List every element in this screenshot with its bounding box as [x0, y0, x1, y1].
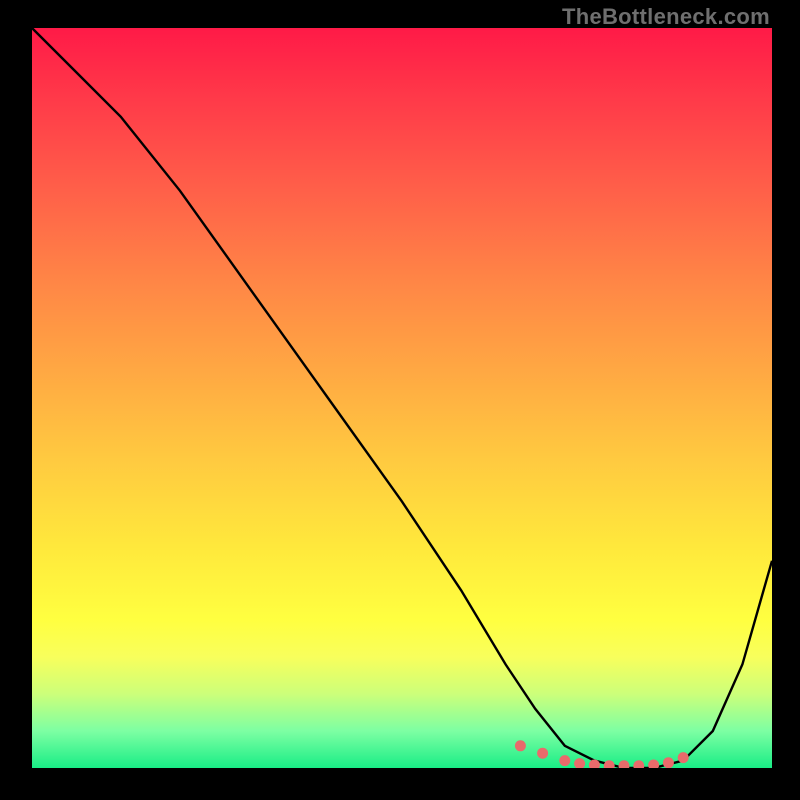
marker-dot	[574, 758, 585, 768]
marker-dot	[663, 757, 674, 768]
marker-dot	[604, 760, 615, 768]
plot-area	[32, 28, 772, 768]
marker-dots	[515, 740, 689, 768]
marker-dot	[515, 740, 526, 751]
curve-layer	[32, 28, 772, 768]
marker-dot	[678, 752, 689, 763]
watermark-text: TheBottleneck.com	[562, 4, 770, 30]
chart-stage: TheBottleneck.com	[0, 0, 800, 800]
marker-dot	[619, 760, 630, 768]
marker-dot	[633, 760, 644, 768]
marker-dot	[537, 748, 548, 759]
marker-dot	[648, 760, 659, 769]
marker-dot	[559, 755, 570, 766]
bottleneck-curve	[32, 28, 772, 768]
